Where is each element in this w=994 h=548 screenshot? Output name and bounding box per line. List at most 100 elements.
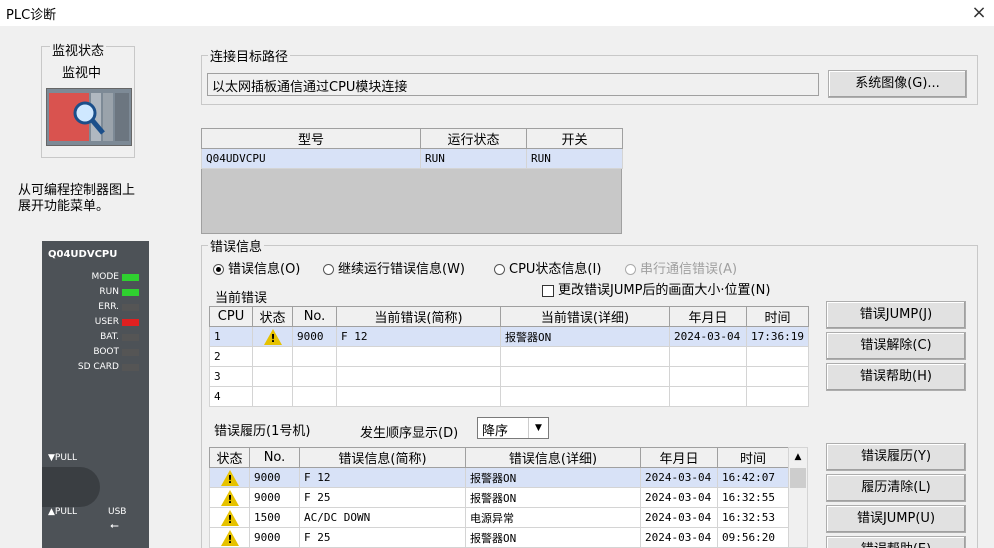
col-header-error-short[interactable]: 当前错误(简称)	[336, 306, 501, 327]
radio-icon	[494, 264, 505, 275]
col-header-error-short[interactable]: 错误信息(简称)	[299, 447, 466, 468]
plc-module-image[interactable]: Q04UDVCPU MODE RUN ERR. USER BAT. BOOT SD CARD…	[42, 241, 149, 548]
table-row[interactable]: Q04UDVCPU RUN RUN	[201, 148, 623, 169]
window-title: PLC诊断	[6, 8, 57, 23]
table-row[interactable]: 2	[209, 346, 809, 367]
time-cell: 17:36:19	[746, 326, 809, 347]
system-image-button[interactable]: 系统图像(G)...	[828, 70, 967, 98]
error-no-cell	[292, 366, 337, 387]
table-row[interactable]: 1500AC/DC DOWN电源异常2024-03-0416:32:53	[209, 507, 789, 528]
col-header-date[interactable]: 年月日	[640, 447, 718, 468]
col-header-error-detail[interactable]: 错误信息(详细)	[465, 447, 641, 468]
slot-cover	[42, 467, 100, 507]
radio-continue-error[interactable]: 继续运行错误信息(W)	[323, 258, 465, 277]
led-label: MODE	[91, 272, 119, 282]
cpu-cell: 1	[209, 326, 253, 347]
led-indicator	[122, 274, 139, 281]
time-cell: 16:32:53	[717, 507, 789, 528]
date-cell: 2024-03-04	[640, 507, 718, 528]
error-detail-cell: 报警器ON	[465, 527, 641, 548]
led-label: ERR.	[98, 302, 119, 312]
led-indicator	[122, 319, 139, 326]
plc-model-label: Q04UDVCPU	[48, 249, 118, 260]
error-detail-cell: 报警器ON	[465, 487, 641, 508]
table-row[interactable]: 3	[209, 366, 809, 387]
hint-text: 从可编程控制器图上 展开功能菜单。	[18, 183, 136, 214]
radio-serial-error: 串行通信错误(A)	[625, 258, 737, 277]
table-row[interactable]: 9000F 12报警器ON2024-03-0416:42:07	[209, 467, 789, 488]
connection-path-field[interactable]: 以太网插板通信通过CPU模块连接	[207, 73, 819, 96]
led-label: SD CARD	[77, 362, 119, 372]
radio-icon	[323, 264, 334, 275]
col-header-switch[interactable]: 开关	[526, 128, 623, 149]
table-row[interactable]: 9000F 25报警器ON2024-03-0409:56:20	[209, 527, 789, 548]
status-cell	[252, 326, 293, 347]
order-label: 发生顺序显示(D)	[360, 426, 459, 441]
date-cell	[669, 346, 747, 367]
error-detail-cell	[500, 346, 670, 367]
table-row[interactable]: 9000F 25报警器ON2024-03-0416:32:55	[209, 487, 789, 508]
col-header-cpu[interactable]: CPU	[209, 306, 253, 327]
error-short-cell: AC/DC DOWN	[299, 507, 466, 528]
error-detail-cell: 报警器ON	[465, 467, 641, 488]
col-header-no[interactable]: No.	[292, 306, 337, 327]
table-row[interactable]: 4	[209, 386, 809, 407]
col-header-date[interactable]: 年月日	[669, 306, 747, 327]
history-clear-button[interactable]: 履历清除(L)	[826, 474, 966, 502]
usb-label: USB	[108, 507, 127, 517]
radio-error-info[interactable]: 错误信息(O)	[213, 258, 300, 277]
led-indicator	[122, 289, 139, 296]
led-row: BAT.	[42, 331, 149, 346]
led-label: BAT.	[100, 332, 119, 342]
col-header-model[interactable]: 型号	[201, 128, 421, 149]
error-detail-cell: 电源异常	[465, 507, 641, 528]
col-header-time[interactable]: 时间	[746, 306, 809, 327]
col-header-status[interactable]: 状态	[252, 306, 293, 327]
col-header-run-status[interactable]: 运行状态	[420, 128, 527, 149]
monitor-image-icon[interactable]	[46, 88, 132, 146]
col-header-no[interactable]: No.	[249, 447, 300, 468]
led-label: BOOT	[93, 347, 119, 357]
date-cell	[669, 366, 747, 387]
col-header-status[interactable]: 状态	[209, 447, 250, 468]
col-header-error-detail[interactable]: 当前错误(详细)	[500, 306, 670, 327]
history-help-button[interactable]: 错误帮助(E)	[826, 536, 966, 548]
checkbox-label: 更改错误JUMP后的画面大小·位置(N)	[558, 283, 771, 298]
led-label: RUN	[99, 287, 119, 297]
error-clear-button[interactable]: 错误解除(C)	[826, 332, 966, 360]
date-cell	[669, 386, 747, 407]
history-jump-button[interactable]: 错误JUMP(U)	[826, 505, 966, 533]
date-cell: 2024-03-04	[640, 467, 718, 488]
error-history-button[interactable]: 错误履历(Y)	[826, 443, 966, 471]
error-no-cell	[292, 346, 337, 367]
error-detail-cell: 报警器ON	[500, 326, 670, 347]
led-row: USER	[42, 316, 149, 331]
resize-jump-checkbox[interactable]: 更改错误JUMP后的画面大小·位置(N)	[542, 279, 770, 298]
close-icon[interactable]: ×	[964, 0, 994, 26]
error-no-cell: 9000	[249, 467, 300, 488]
status-cell	[209, 527, 250, 548]
order-select[interactable]: 降序 ▼	[477, 417, 549, 439]
warning-icon	[220, 509, 239, 526]
scroll-up-icon[interactable]: ▲	[789, 448, 807, 466]
date-cell: 2024-03-04	[640, 487, 718, 508]
error-no-cell: 9000	[249, 527, 300, 548]
time-cell	[746, 386, 809, 407]
error-jump-button[interactable]: 错误JUMP(J)	[826, 301, 966, 329]
history-label: 错误履历(1号机)	[214, 424, 311, 439]
led-label: USER	[94, 317, 119, 327]
error-short-cell	[336, 346, 501, 367]
checkbox-icon	[542, 284, 554, 297]
radio-cpu-status[interactable]: CPU状态信息(I)	[494, 258, 601, 277]
col-header-time[interactable]: 时间	[717, 447, 789, 468]
status-cell	[252, 366, 293, 387]
scroll-thumb[interactable]	[790, 468, 806, 488]
error-help-button[interactable]: 错误帮助(H)	[826, 363, 966, 391]
chevron-down-icon[interactable]: ▼	[528, 418, 548, 438]
led-list: MODE RUN ERR. USER BAT. BOOT SD CARD	[42, 271, 149, 376]
led-indicator	[122, 334, 139, 341]
table-row[interactable]: 1 9000F 12报警器ON2024-03-0417:36:19	[209, 326, 809, 347]
monitor-status-text: 监视中	[62, 66, 102, 81]
history-scrollbar[interactable]: ▲	[788, 447, 808, 548]
error-short-cell: F 12	[336, 326, 501, 347]
